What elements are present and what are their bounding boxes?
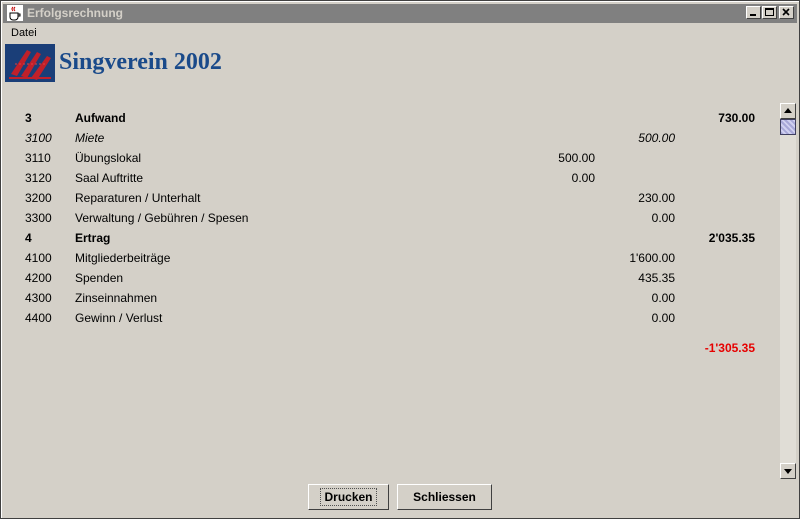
report-row: 4300 Zinseinnahmen 0.00	[19, 288, 775, 308]
account-total: 2'035.35	[708, 231, 755, 245]
report-row: 3200 Reparaturen / Unterhalt 230.00	[19, 188, 775, 208]
account-number: 3300	[25, 211, 52, 225]
account-detail: 0.00	[571, 171, 595, 185]
account-subtotal: 0.00	[651, 211, 675, 225]
minimize-icon	[750, 14, 756, 16]
scroll-up-button[interactable]	[780, 103, 796, 119]
account-subtotal: 435.35	[638, 271, 675, 285]
account-number: 3100	[25, 131, 52, 145]
close-button[interactable]	[779, 6, 794, 19]
report-table: 3 Aufwand 730.00 3100 Miete 500.00 3110 …	[19, 108, 775, 370]
menu-bar: Datei	[3, 24, 797, 42]
maximize-icon	[765, 8, 774, 16]
report-row: 3110 Übungslokal 500.00	[19, 148, 775, 168]
account-name: Saal Auftritte	[75, 171, 144, 185]
account-name: Aufwand	[75, 111, 126, 125]
scroll-down-button[interactable]	[780, 463, 796, 479]
java-cup-icon[interactable]	[7, 5, 23, 21]
result-value: -1'305.35	[704, 341, 755, 355]
report-row: 4400 Gewinn / Verlust 0.00	[19, 308, 775, 328]
account-subtotal: 230.00	[638, 191, 675, 205]
account-subtotal: 0.00	[651, 311, 675, 325]
account-number: 3120	[25, 171, 52, 185]
account-number: 3200	[25, 191, 52, 205]
vertical-scrollbar[interactable]	[780, 103, 796, 479]
arrow-up-icon	[784, 108, 792, 113]
account-name: Ertrag	[75, 231, 111, 245]
account-detail: 500.00	[558, 151, 595, 165]
report-row: 3300 Verwaltung / Gebühren / Spesen 0.00	[19, 208, 775, 228]
account-number: 3	[25, 111, 32, 125]
account-name: Spenden	[75, 271, 124, 285]
account-name: Gewinn / Verlust	[75, 311, 163, 325]
report-row: 3 Aufwand 730.00	[19, 108, 775, 128]
print-button-label: Drucken	[320, 488, 377, 506]
report-row: 4 Ertrag 2'035.35	[19, 228, 775, 248]
result-row: -1'305.35	[19, 338, 775, 358]
account-name: Miete	[75, 131, 105, 145]
report-row: 3120 Saal Auftritte 0.00	[19, 168, 775, 188]
report-row: 3100 Miete 500.00	[19, 128, 775, 148]
account-number: 4400	[25, 311, 52, 325]
account-name: Zinseinnahmen	[75, 291, 158, 305]
report-row: 4200 Spenden 435.35	[19, 268, 775, 288]
account-name: Verwaltung / Gebühren / Spesen	[75, 211, 249, 225]
account-subtotal: 1'600.00	[629, 251, 675, 265]
arrow-down-icon	[784, 469, 792, 474]
account-name: Mitgliederbeiträge	[75, 251, 171, 265]
report-row: 4100 Mitgliederbeiträge 1'600.00	[19, 248, 775, 268]
report-window: Erfolgsrechnung Datei Singverein 2002 3 …	[0, 0, 800, 519]
menu-datei[interactable]: Datei	[11, 27, 37, 39]
scroll-thumb[interactable]	[780, 119, 796, 135]
close-button-label: Schliessen	[413, 490, 476, 504]
print-button[interactable]: Drucken	[308, 484, 389, 510]
account-number: 4	[25, 231, 32, 245]
minimize-button[interactable]	[746, 6, 761, 19]
account-number: 4300	[25, 291, 52, 305]
close-icon	[782, 8, 790, 16]
app-title: Singverein 2002	[59, 49, 222, 75]
account-subtotal: 0.00	[651, 291, 675, 305]
account-name: Reparaturen / Unterhalt	[75, 191, 201, 205]
account-number: 4100	[25, 251, 52, 265]
account-subtotal: 500.00	[638, 131, 675, 145]
window-title: Erfolgsrechnung	[27, 6, 124, 20]
account-number: 4200	[25, 271, 52, 285]
maximize-button[interactable]	[762, 6, 777, 19]
account-total: 730.00	[718, 111, 755, 125]
account-number: 3110	[25, 151, 51, 165]
title-bar[interactable]: Erfolgsrechnung	[3, 4, 797, 23]
singverein-logo-icon	[5, 44, 55, 82]
account-name: Übungslokal	[75, 151, 142, 165]
close-dialog-button[interactable]: Schliessen	[397, 484, 492, 510]
